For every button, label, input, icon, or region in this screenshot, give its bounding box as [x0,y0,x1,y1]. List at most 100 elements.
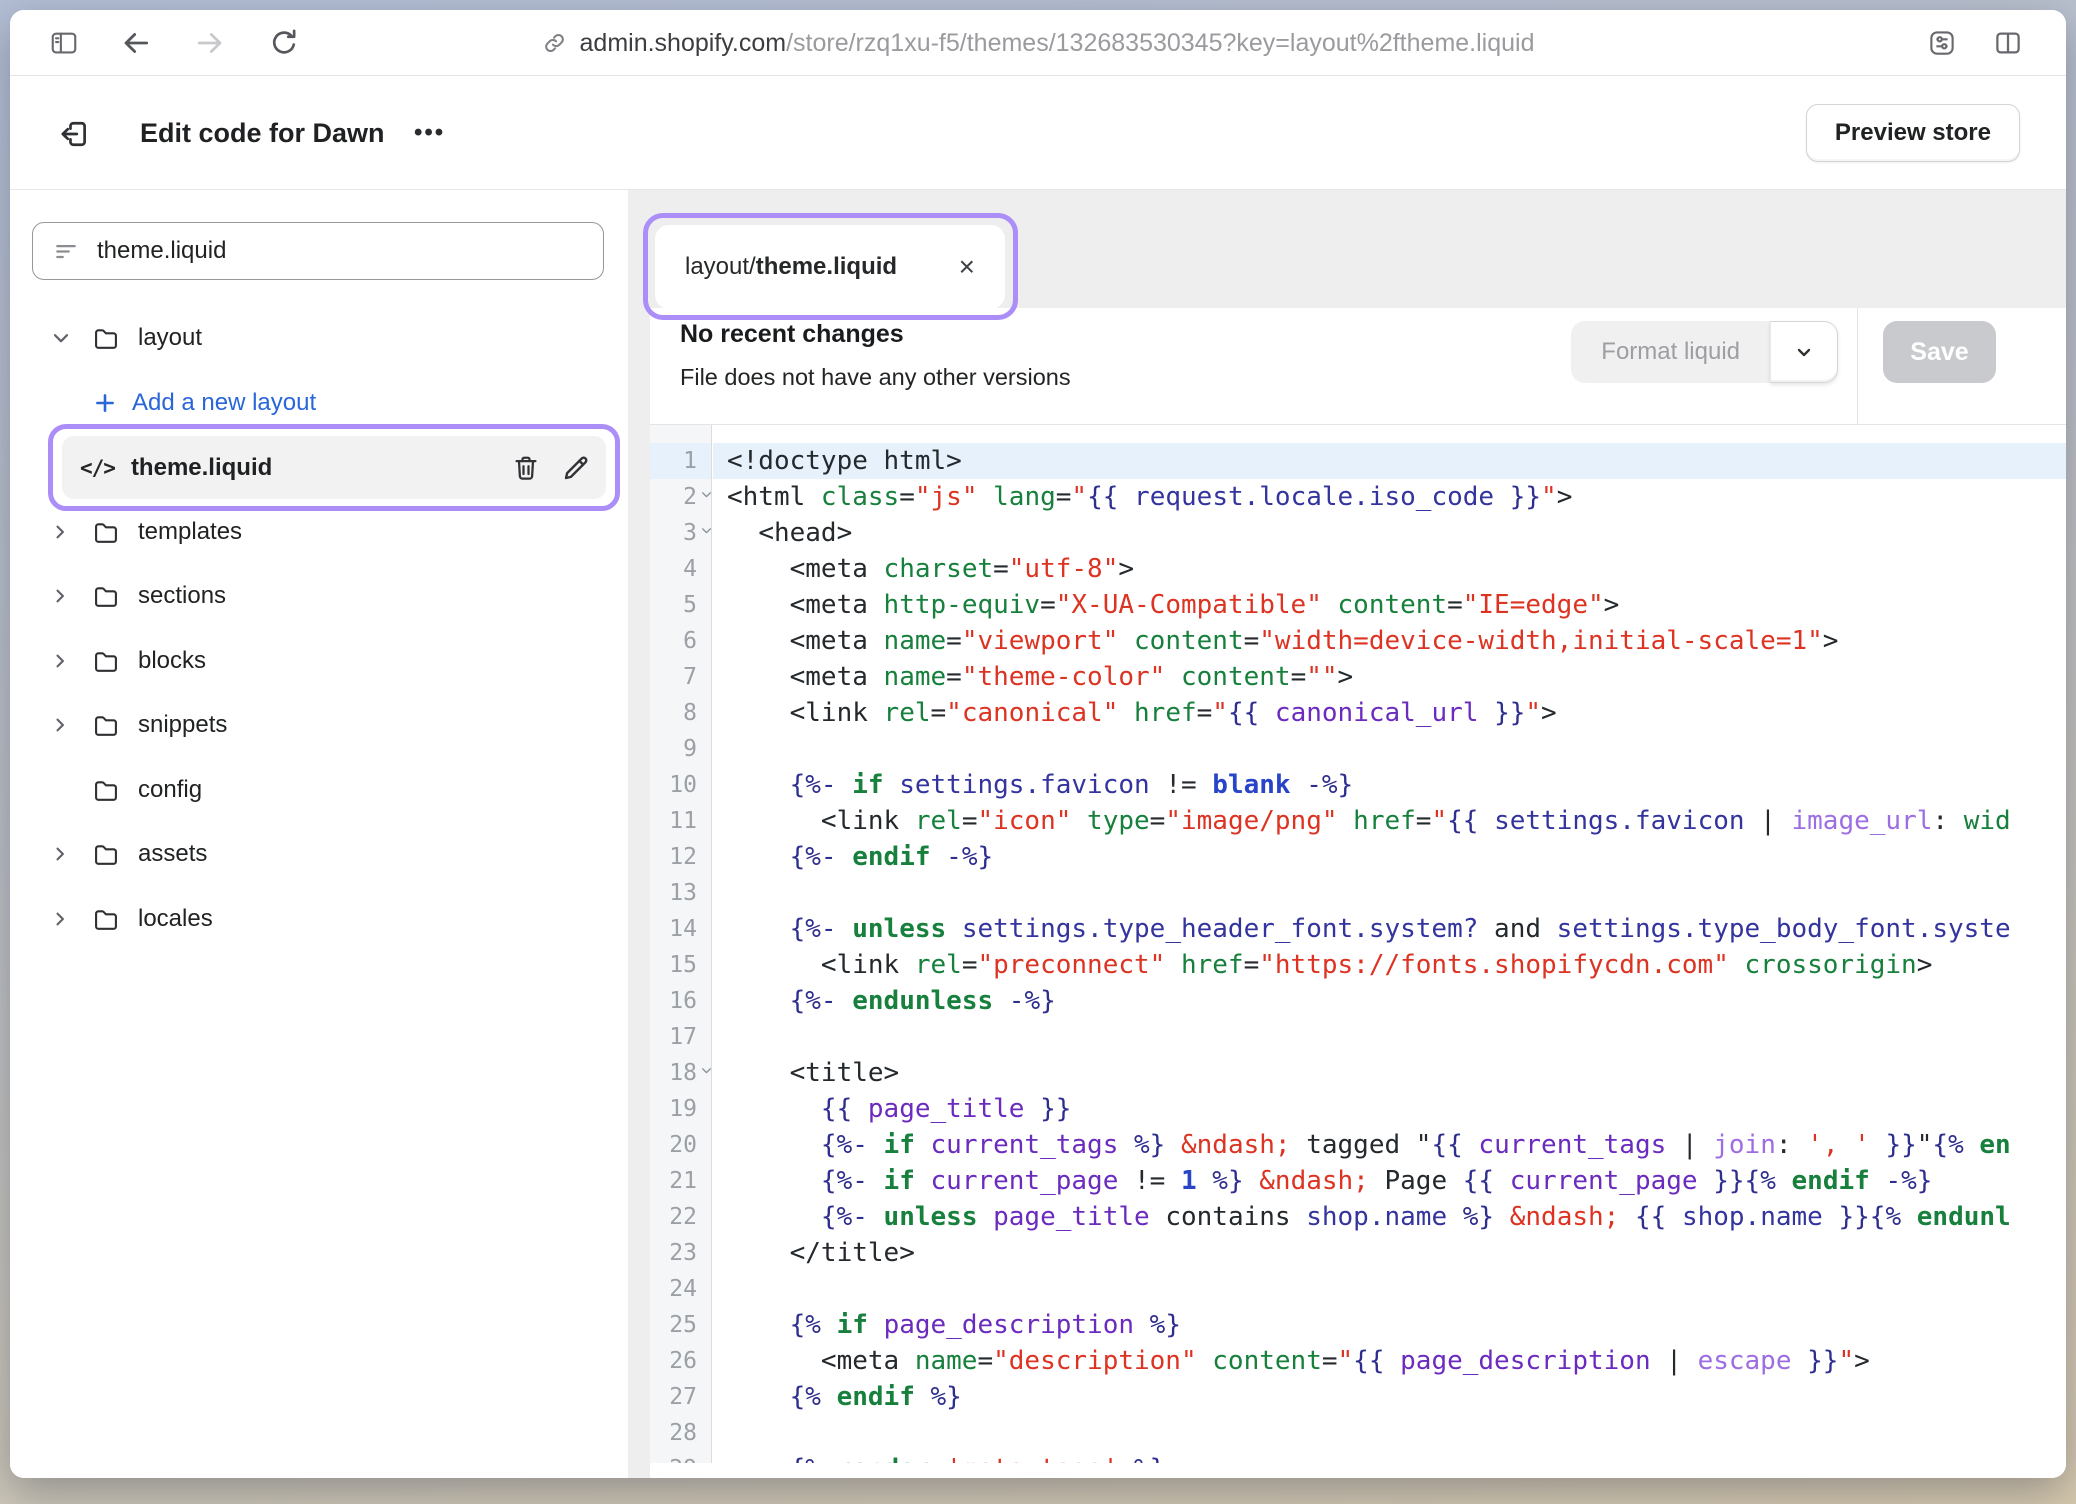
browser-window: admin.shopify.com/store/rzq1xu-f5/themes… [10,10,2066,1478]
code-line[interactable] [713,1415,2066,1451]
gutter-line-number: 26 [650,1343,711,1379]
refresh-icon[interactable] [264,23,304,63]
forward-icon[interactable] [190,23,230,63]
code-line[interactable]: {%- if current_page != 1 %} &ndash; Page… [713,1163,2066,1199]
gutter-line-number: 17 [650,1019,711,1055]
page-settings-icon[interactable] [1922,23,1962,63]
add-new-layout-link[interactable]: Add a new layout [10,371,628,436]
code-line[interactable]: <meta name="theme-color" content=""> [713,659,2066,695]
code-line[interactable]: {% endif %} [713,1379,2066,1415]
code-line[interactable] [713,1019,2066,1055]
sidebar-item-blocks[interactable]: blocks [10,629,628,694]
code-line[interactable] [713,731,2066,767]
code-line[interactable] [713,1271,2066,1307]
code-line[interactable]: <link rel="canonical" href="{{ canonical… [713,695,2066,731]
fold-toggle-icon[interactable] [700,524,713,537]
format-dropdown-button[interactable] [1770,321,1838,383]
code-line[interactable]: {%- if current_tags %} &ndash; tagged "{… [713,1127,2066,1163]
delete-file-icon[interactable] [508,450,544,486]
gutter-line-number: 6 [650,623,711,659]
sidebar-item-label: templates [138,518,242,546]
sidebar-item-theme-liquid[interactable]: </> theme.liquid [10,435,628,500]
fold-toggle-icon[interactable] [700,1064,713,1077]
file-label: theme.liquid [131,454,272,482]
edit-file-icon[interactable] [558,450,594,486]
gutter-line-number: 11 [650,803,711,839]
search-value: theme.liquid [97,237,226,265]
save-button[interactable]: Save [1883,321,1996,383]
code-line[interactable]: {%- endif -%} [713,839,2066,875]
code-line[interactable]: {%- endunless -%} [713,983,2066,1019]
code-line[interactable]: <head> [713,515,2066,551]
tab-layout-theme-liquid[interactable]: layout/theme.liquid × [655,225,1005,309]
plus-icon [92,390,118,416]
gutter-line-number: 4 [650,551,711,587]
format-liquid-button[interactable]: Format liquid [1571,321,1770,383]
code-line[interactable]: {{ page_title }} [713,1091,2066,1127]
sidebar-item-assets[interactable]: assets [10,822,628,887]
preview-store-button[interactable]: Preview store [1806,104,2020,162]
app-header: Edit code for Dawn ••• Preview store [10,76,2066,190]
code-line[interactable]: {%- if settings.favicon != blank -%} [713,767,2066,803]
sidebar-item-locales[interactable]: locales [10,887,628,952]
code-line[interactable]: {% render 'meta-tags' %} [713,1451,2066,1463]
gutter-line-number: 16 [650,983,711,1019]
sidebar-item-config[interactable]: config [10,758,628,823]
code-area[interactable]: 1234567891011121314151617181920212223242… [650,425,2066,1463]
fold-toggle-icon[interactable] [700,488,713,501]
code-lines[interactable]: <!doctype html><html class="js" lang="{{… [713,443,2066,1463]
folder-icon [92,776,120,804]
code-line[interactable]: <link rel="icon" type="image/png" href="… [713,803,2066,839]
code-line[interactable]: <meta http-equiv="X-UA-Compatible" conte… [713,587,2066,623]
chevron-right-icon[interactable] [50,586,76,606]
chevron-right-icon[interactable] [50,715,76,735]
code-line[interactable]: </title> [713,1235,2066,1271]
gutter-line-number: 15 [650,947,711,983]
gutter-line-number[interactable]: 18 [650,1055,711,1091]
file-search-input[interactable]: theme.liquid [32,222,604,280]
folder-icon [92,324,120,352]
more-menu-icon[interactable]: ••• [414,76,445,190]
sidebar-item-templates[interactable]: templates [10,500,628,565]
gutter-line-number: 25 [650,1307,711,1343]
code-line[interactable]: {% if page_description %} [713,1307,2066,1343]
tab-file-name: theme.liquid [756,253,897,281]
gutter-line-number: 9 [650,731,711,767]
chevron-spacer [50,780,76,800]
close-tab-icon[interactable]: × [959,253,975,281]
code-line[interactable]: <link rel="preconnect" href="https://fon… [713,947,2066,983]
gutter-line-number[interactable]: 3 [650,515,711,551]
code-line[interactable]: <html class="js" lang="{{ request.locale… [713,479,2066,515]
back-icon[interactable] [116,23,156,63]
code-line[interactable]: {%- unless settings.type_header_font.sys… [713,911,2066,947]
chevron-down-icon[interactable] [50,327,76,349]
sidebar-item-label: layout [138,324,202,352]
gutter-line-number: 10 [650,767,711,803]
sidebar-toggle-icon[interactable] [44,23,84,63]
header-divider [1857,308,1858,425]
sidebar-item-label: blocks [138,647,206,675]
sidebar-item-snippets[interactable]: snippets [10,693,628,758]
chevron-right-icon[interactable] [50,844,76,864]
gutter-line-number: 24 [650,1271,711,1307]
selected-file-pill[interactable]: </> theme.liquid [62,436,606,499]
gutter-line-number[interactable]: 2 [650,479,711,515]
sidebar-item-sections[interactable]: sections [10,564,628,629]
url-bar[interactable]: admin.shopify.com/store/rzq1xu-f5/themes… [542,10,1535,76]
split-view-icon[interactable] [1988,23,2028,63]
code-line[interactable]: <meta name="viewport" content="width=dev… [713,623,2066,659]
code-line[interactable]: <meta name="description" content="{{ pag… [713,1343,2066,1379]
code-line[interactable]: <meta charset="utf-8"> [713,551,2066,587]
link-icon [542,30,568,56]
code-line[interactable] [713,875,2066,911]
code-line[interactable]: <!doctype html> [713,443,2066,479]
chevron-right-icon[interactable] [50,909,76,929]
sidebar-item-label: snippets [138,711,227,739]
chevron-right-icon[interactable] [50,651,76,671]
folder-icon [92,905,120,933]
exit-icon[interactable] [52,112,96,156]
chevron-right-icon[interactable] [50,522,76,542]
code-line[interactable]: <title> [713,1055,2066,1091]
sidebar-item-layout[interactable]: layout [10,306,628,371]
code-line[interactable]: {%- unless page_title contains shop.name… [713,1199,2066,1235]
